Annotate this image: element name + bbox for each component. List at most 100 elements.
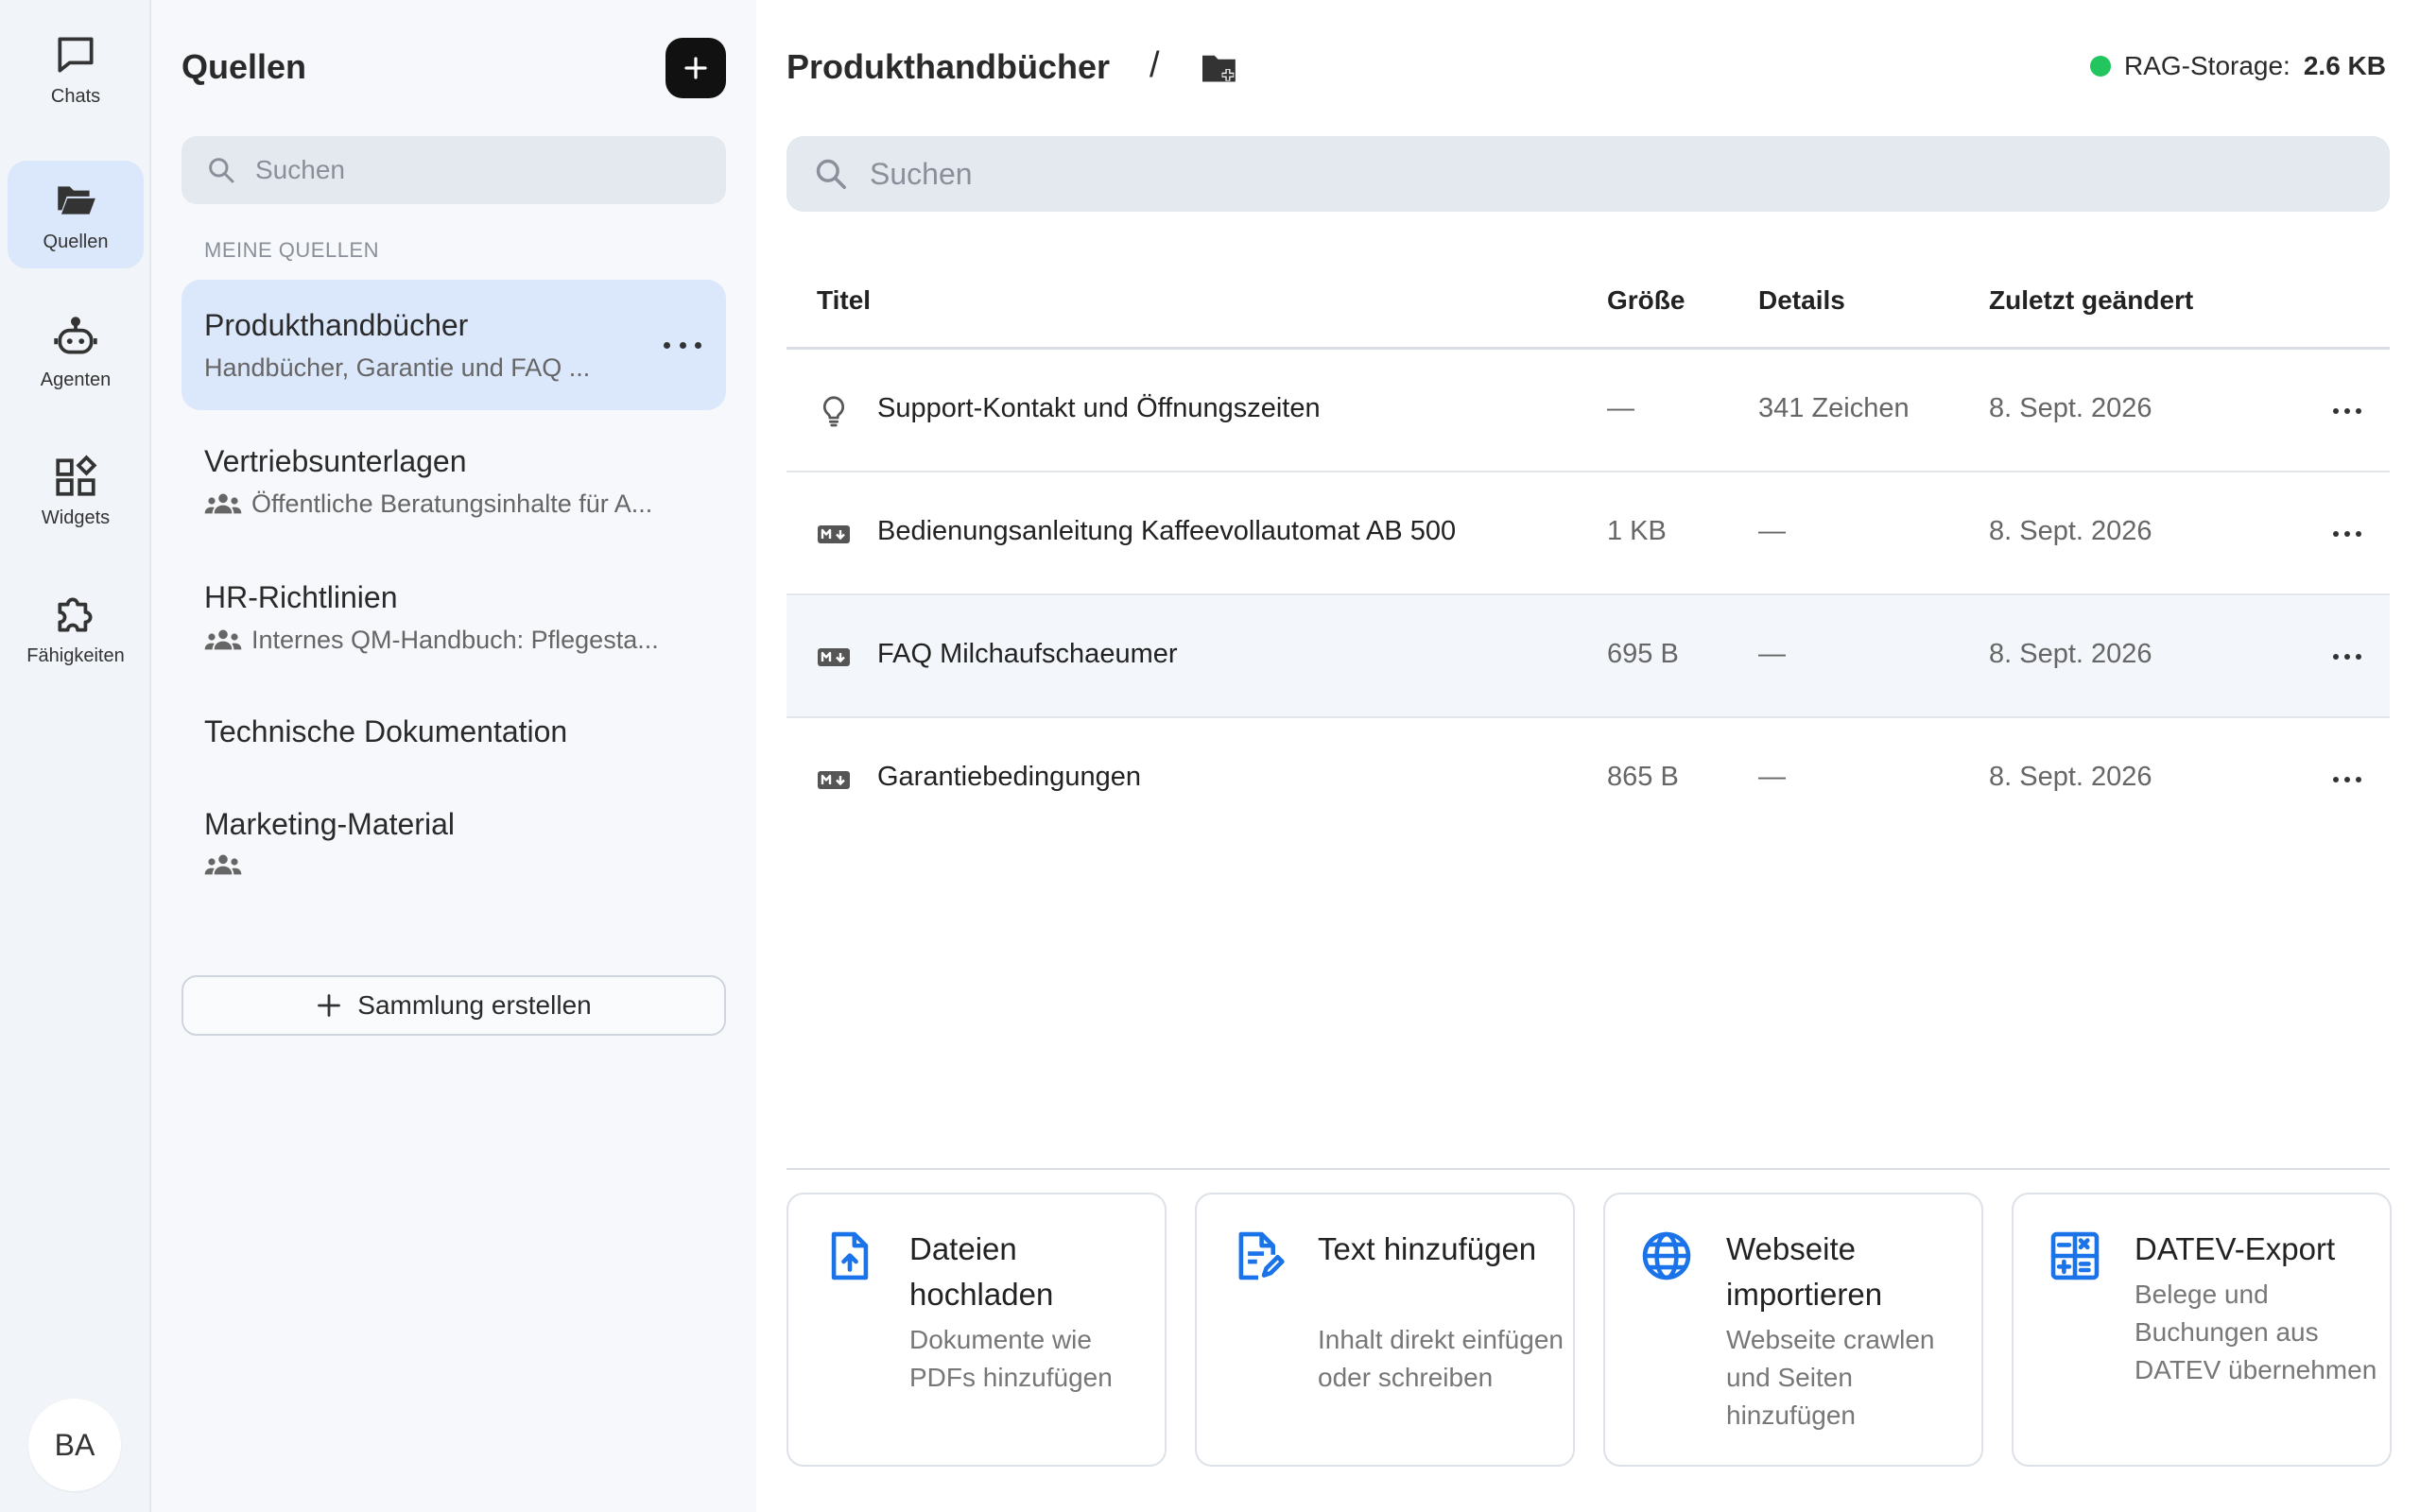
collection-description-row: Öffentliche Beratungsinhalte für A... <box>204 490 715 519</box>
row-details: — <box>1758 639 1786 669</box>
collection-item-technische-dokumentation[interactable]: Technische Dokumentation <box>182 688 726 782</box>
group-icon <box>204 854 242 875</box>
row-more-button[interactable] <box>2333 777 2361 784</box>
app-rail: Chats Quellen Agenten Widgets Fähigkeite… <box>0 0 151 1512</box>
card-title: DATEV-Export <box>2135 1231 2336 1266</box>
plus-icon <box>318 994 341 1017</box>
table-row[interactable]: Support-Kontakt und Öffnungszeiten — 341… <box>786 350 2390 472</box>
file-upload-icon <box>831 1231 869 1280</box>
row-title: Garantiebedingungen <box>877 762 1141 792</box>
row-details: — <box>1758 516 1786 546</box>
create-collection-button[interactable]: Sammlung erstellen <box>182 975 726 1036</box>
row-title: Support-Kontakt und Öffnungszeiten <box>877 393 1321 423</box>
row-size: — <box>1607 393 1634 423</box>
row-title: Bedienungsanleitung Kaffeevollautomat AB… <box>877 516 1457 546</box>
panel-title: Quellen <box>182 47 307 86</box>
row-size: 695 B <box>1607 639 1679 669</box>
markdown-icon <box>818 771 850 789</box>
search-icon <box>816 159 846 189</box>
sources-search <box>182 136 726 204</box>
rail-item-chats[interactable]: Chats <box>8 15 144 123</box>
collection-item-hr-richtlinien[interactable]: HR-Richtlinien Internes QM-Handbuch: Pfl… <box>182 552 726 682</box>
card-title: Webseite importieren <box>1726 1231 1883 1312</box>
divider <box>786 1168 2390 1170</box>
collection-description-row: Internes QM-Handbuch: Pflegesta... <box>204 626 715 655</box>
documents-search-input[interactable] <box>870 156 2288 192</box>
globe-icon <box>1642 1231 1691 1280</box>
row-modified: 8. Sept. 2026 <box>1989 393 2152 423</box>
collection-description-row <box>204 852 715 879</box>
status-dot <box>2089 56 2111 77</box>
card-title: Dateien hochladen <box>909 1231 1054 1312</box>
column-header-details[interactable]: Details <box>1758 285 1845 316</box>
file-edit-icon <box>1238 1231 1285 1280</box>
card-title: Text hinzufügen <box>1318 1231 1537 1266</box>
row-more-button[interactable] <box>2333 531 2361 539</box>
add-source-button[interactable] <box>666 38 726 98</box>
puzzle-icon <box>58 597 93 632</box>
row-modified: 8. Sept. 2026 <box>1989 516 2152 546</box>
collection-name: HR-Richtlinien <box>204 580 398 614</box>
column-header-modified[interactable]: Zuletzt geändert <box>1989 285 2193 316</box>
storage-indicator: RAG-Storage: 2.6 KB <box>2089 51 2386 81</box>
calculator-icon <box>2050 1231 2100 1280</box>
storage-value: 2.6 KB <box>2303 51 2386 80</box>
documents-search <box>786 136 2390 212</box>
rail-label: Quellen <box>43 231 109 252</box>
collection-description: Internes QM-Handbuch: Pflegesta... <box>251 626 659 654</box>
sources-panel: Quellen MEINE QUELLEN Produkthandbücher … <box>151 0 756 1512</box>
row-details: 341 Zeichen <box>1758 393 1910 423</box>
row-more-button[interactable] <box>2333 654 2361 662</box>
folder-open-icon <box>58 185 95 215</box>
breadcrumb-separator: / <box>1150 45 1160 85</box>
storage-label: RAG-Storage: <box>2123 51 2290 80</box>
search-icon <box>209 158 234 183</box>
collection-name: Marketing-Material <box>204 807 455 841</box>
markdown-icon <box>818 525 850 543</box>
section-label: MEINE QUELLEN <box>204 238 379 262</box>
robot-icon <box>54 316 97 353</box>
widgets-icon <box>56 455 97 496</box>
collection-description: Handbücher, Garantie und FAQ ... <box>204 353 591 382</box>
import-website-card[interactable]: Webseite importieren Webseite crawlen un… <box>1603 1193 1983 1467</box>
lightbulb-icon <box>822 396 845 427</box>
collection-item-vertriebsunterlagen[interactable]: Vertriebsunterlagen Öffentliche Beratung… <box>182 416 726 546</box>
card-description: Webseite crawlen und Seiten hinzufügen <box>1726 1325 1935 1430</box>
row-size: 865 B <box>1607 762 1679 792</box>
row-size: 1 KB <box>1607 516 1667 546</box>
rail-label: Chats <box>50 85 101 107</box>
card-description: Belege und Buchungen aus DATEV übernehme… <box>2135 1280 2377 1384</box>
more-options-button[interactable] <box>664 335 701 354</box>
collection-name: Produkthandbücher <box>204 308 469 342</box>
create-collection-label: Sammlung erstellen <box>357 990 592 1020</box>
rail-item-quellen[interactable]: Quellen <box>8 161 144 268</box>
column-header-size[interactable]: Größe <box>1607 285 1685 316</box>
sources-search-input[interactable] <box>255 155 709 185</box>
upload-files-card[interactable]: Dateien hochladen Dokumente wie PDFs hin… <box>786 1193 1167 1467</box>
rail-item-widgets[interactable]: Widgets <box>8 437 144 544</box>
datev-export-card[interactable]: DATEV-Export Belege und Buchungen aus DA… <box>2012 1193 2392 1467</box>
collection-item-produkthandbuecher[interactable]: Produkthandbücher Handbücher, Garantie u… <box>182 280 726 410</box>
collection-item-marketing-material[interactable]: Marketing-Material <box>182 784 726 915</box>
card-description: Dokumente wie PDFs hinzufügen <box>909 1325 1113 1392</box>
table-header: Titel Größe Details Zuletzt geändert <box>786 274 2390 350</box>
rail-label: Fähigkeiten <box>26 644 125 666</box>
collection-name: Technische Dokumentation <box>204 714 568 748</box>
table-row[interactable]: FAQ Milchaufschaeumer 695 B — 8. Sept. 2… <box>786 595 2390 718</box>
row-modified: 8. Sept. 2026 <box>1989 762 2152 792</box>
table-row[interactable]: Bedienungsanleitung Kaffeevollautomat AB… <box>786 472 2390 595</box>
collection-description: Öffentliche Beratungsinhalte für A... <box>251 490 653 518</box>
avatar[interactable]: BA <box>28 1399 121 1491</box>
table-row[interactable]: Garantiebedingungen 865 B — 8. Sept. 202… <box>786 718 2390 841</box>
collection-name: Vertriebsunterlagen <box>204 444 467 478</box>
card-description: Inhalt direkt einfügen oder schreiben <box>1318 1325 1564 1392</box>
group-icon <box>204 493 242 513</box>
column-header-title[interactable]: Titel <box>817 285 871 316</box>
row-details: — <box>1758 762 1786 792</box>
row-more-button[interactable] <box>2333 408 2361 416</box>
add-text-card[interactable]: Text hinzufügen Inhalt direkt einfügen o… <box>1195 1193 1575 1467</box>
rail-item-agenten[interactable]: Agenten <box>8 299 144 406</box>
folder-add-icon[interactable] <box>1201 51 1240 87</box>
rail-item-faehigkeiten[interactable]: Fähigkeiten <box>8 575 144 682</box>
row-title: FAQ Milchaufschaeumer <box>877 639 1178 669</box>
